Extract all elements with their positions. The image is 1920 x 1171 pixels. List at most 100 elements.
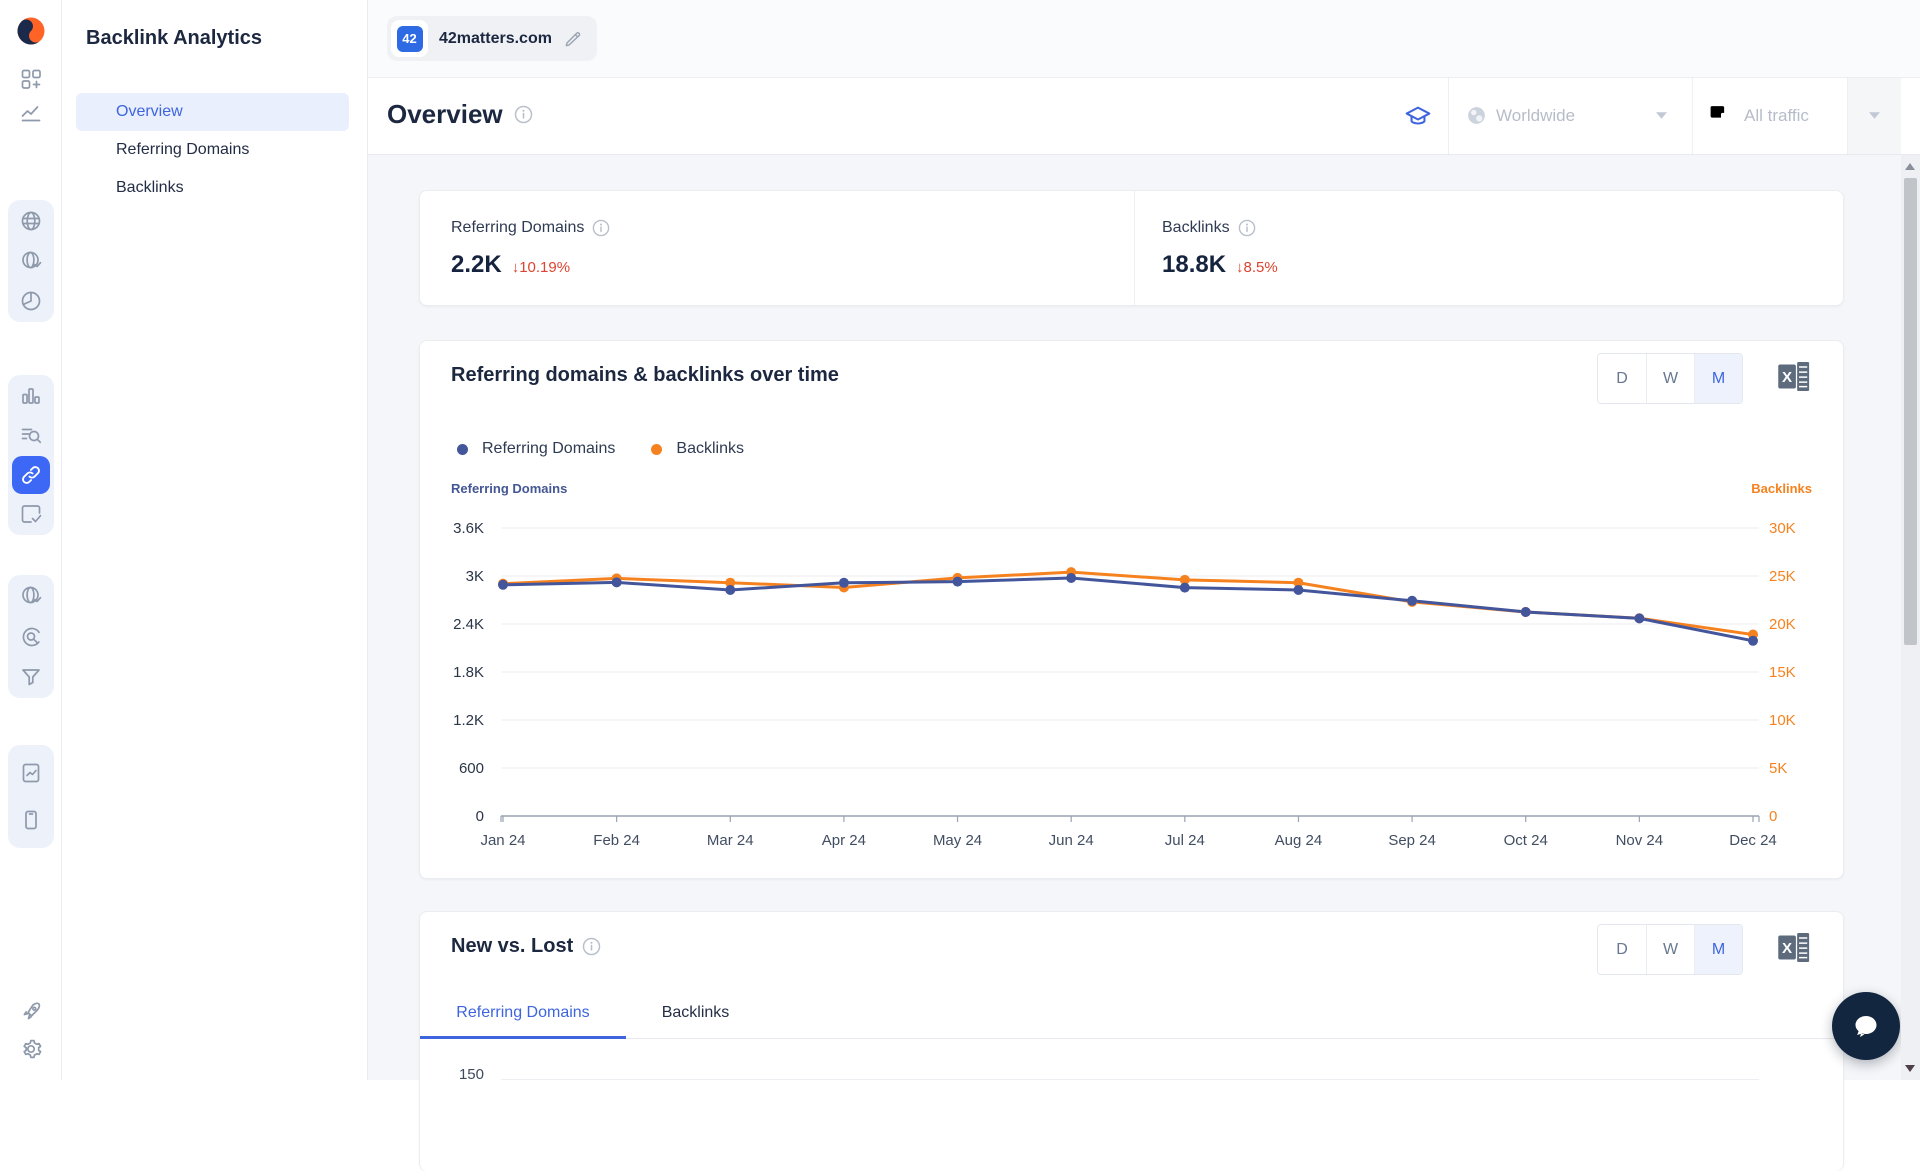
svg-text:Aug 24: Aug 24 [1275, 832, 1323, 849]
referring-domains-metric-label: Referring Domains [451, 219, 610, 237]
section-nav-list: Overview Referring Domains Backlinks [76, 93, 349, 207]
granularity-toggle: D W M [1597, 924, 1743, 975]
card-divider [1134, 191, 1135, 305]
domain-favicon: 42 [396, 25, 423, 52]
ads-search-icon[interactable] [12, 618, 50, 656]
left-axis-title: Referring Domains [451, 481, 568, 496]
granularity-week-button[interactable]: W [1646, 925, 1694, 974]
scrollbar[interactable] [1901, 155, 1920, 1080]
info-icon[interactable] [1238, 219, 1256, 237]
svg-text:1.8K: 1.8K [453, 664, 484, 681]
svg-text:15K: 15K [1769, 664, 1796, 681]
granularity-month-button[interactable]: M [1694, 925, 1742, 974]
sidebar-item-overview[interactable]: Overview [76, 93, 349, 131]
granularity-month-button[interactable]: M [1694, 354, 1742, 403]
page-title: Overview [387, 99, 533, 130]
filter-funnel-icon[interactable] [12, 658, 50, 696]
scrollbar-up-arrow-icon[interactable] [1905, 163, 1915, 170]
active-tab-underline [420, 1036, 626, 1039]
backlink-analytics-icon[interactable] [12, 455, 50, 494]
date-range-dropdown[interactable] [1848, 78, 1901, 154]
advertising-research-icon[interactable] [12, 577, 50, 615]
svg-text:Oct 24: Oct 24 [1504, 832, 1548, 849]
settings-gear-icon[interactable] [12, 1032, 50, 1066]
chat-bubble-icon [1855, 1016, 1877, 1037]
report-document-icon[interactable] [12, 754, 50, 792]
new-vs-lost-title: New vs. Lost [451, 935, 601, 958]
rail-group-seo [8, 375, 54, 535]
svg-text:X: X [1782, 369, 1792, 386]
edit-pencil-icon[interactable] [563, 29, 583, 49]
granularity-week-button[interactable]: W [1646, 354, 1694, 403]
svg-text:Jan 24: Jan 24 [480, 832, 525, 849]
svg-text:3K: 3K [466, 568, 484, 585]
new-vs-lost-card: New vs. Lost D W M X Referring Domains B… [419, 911, 1844, 1171]
devices-icon [1710, 106, 1729, 125]
info-icon[interactable] [592, 219, 610, 237]
traffic-analytics-icon[interactable] [12, 242, 50, 280]
referring-domains-value: 2.2K [451, 251, 502, 278]
globe-icon [1468, 107, 1485, 124]
info-icon[interactable] [582, 937, 601, 956]
location-filter-dropdown[interactable]: Worldwide [1449, 78, 1692, 154]
tab-referring-domains[interactable]: Referring Domains [420, 987, 626, 1039]
tab-backlinks[interactable]: Backlinks [626, 987, 765, 1039]
svg-text:25K: 25K [1769, 568, 1796, 585]
sidebar-item-referring-domains[interactable]: Referring Domains [76, 131, 349, 169]
export-excel-icon[interactable]: X [1777, 360, 1811, 398]
mobile-device-icon[interactable] [12, 801, 50, 839]
sidebar-item-backlinks[interactable]: Backlinks [76, 169, 349, 207]
scrollbar-thumb[interactable] [1904, 178, 1917, 645]
right-axis-title: Backlinks [1751, 481, 1812, 496]
svg-text:600: 600 [459, 760, 484, 777]
granularity-day-button[interactable]: D [1598, 354, 1646, 403]
rail-group-domain [8, 200, 54, 322]
svg-text:Jul 24: Jul 24 [1165, 832, 1205, 849]
export-excel-icon[interactable]: X [1777, 931, 1811, 969]
backlink-audit-icon[interactable] [12, 495, 50, 533]
domain-overview-icon[interactable] [12, 202, 50, 240]
market-explorer-icon[interactable] [12, 282, 50, 320]
rocket-icon[interactable] [12, 995, 50, 1029]
legend-dot-blue [457, 443, 468, 455]
domain-chip[interactable]: 42 42matters.com [387, 16, 597, 61]
backlinks-metric-label: Backlinks [1162, 219, 1256, 237]
traffic-filter-value: All traffic [1744, 106, 1809, 125]
backlinks-metric: 18.8K ↓8.5% [1162, 251, 1278, 279]
section-title: Backlink Analytics [86, 27, 263, 49]
summary-metrics-card: Referring Domains 2.2K ↓10.19% Backlinks… [419, 190, 1844, 306]
chevron-down-icon [1656, 112, 1667, 119]
granularity-day-button[interactable]: D [1598, 925, 1646, 974]
overtime-line-chart[interactable]: 0 0 600 5K 1.2K 10K 1.8K 15K 2.4K 20K 3K 25K 3.6K 30K… [451, 501, 1814, 861]
location-filter-value: Worldwide [1496, 106, 1576, 125]
chevron-down-icon [1869, 112, 1880, 119]
traffic-filter-dropdown[interactable]: All traffic [1693, 78, 1847, 154]
svg-text:30K: 30K [1769, 520, 1796, 537]
semrush-logo-icon[interactable] [15, 15, 47, 47]
chart-legend: Referring Domains Backlinks [457, 440, 744, 458]
apps-grid-icon[interactable] [12, 62, 50, 96]
legend-dot-orange [651, 443, 663, 455]
svg-text:Jun 24: Jun 24 [1049, 832, 1094, 849]
page-header: Overview Worldwide All traffic [368, 78, 1920, 155]
granularity-toggle: D W M [1597, 353, 1743, 404]
keyword-overview-icon[interactable] [12, 377, 50, 415]
svg-text:10K: 10K [1769, 712, 1796, 729]
referring-domains-metric: 2.2K ↓10.19% [451, 251, 570, 279]
icon-rail [0, 0, 62, 1080]
overtime-chart-title: Referring domains & backlinks over time [451, 364, 839, 386]
legend-backlinks[interactable]: Backlinks [651, 440, 744, 458]
new-vs-lost-tabs: Referring Domains Backlinks [420, 987, 1843, 1039]
organic-research-icon[interactable] [12, 416, 50, 454]
scrollbar-down-arrow-icon[interactable] [1905, 1065, 1915, 1072]
trends-icon[interactable] [12, 96, 50, 130]
backlinks-value: 18.8K [1162, 251, 1227, 278]
learn-graduation-cap-icon[interactable] [1404, 103, 1432, 136]
chat-fab[interactable] [1832, 992, 1900, 1060]
info-icon[interactable] [514, 105, 533, 124]
svg-text:Nov 24: Nov 24 [1616, 832, 1664, 849]
legend-referring-domains[interactable]: Referring Domains [457, 440, 615, 458]
domain-favicon-tile: 42 [391, 20, 428, 57]
svg-text:1.2K: 1.2K [453, 712, 484, 729]
svg-text:0: 0 [476, 808, 484, 825]
